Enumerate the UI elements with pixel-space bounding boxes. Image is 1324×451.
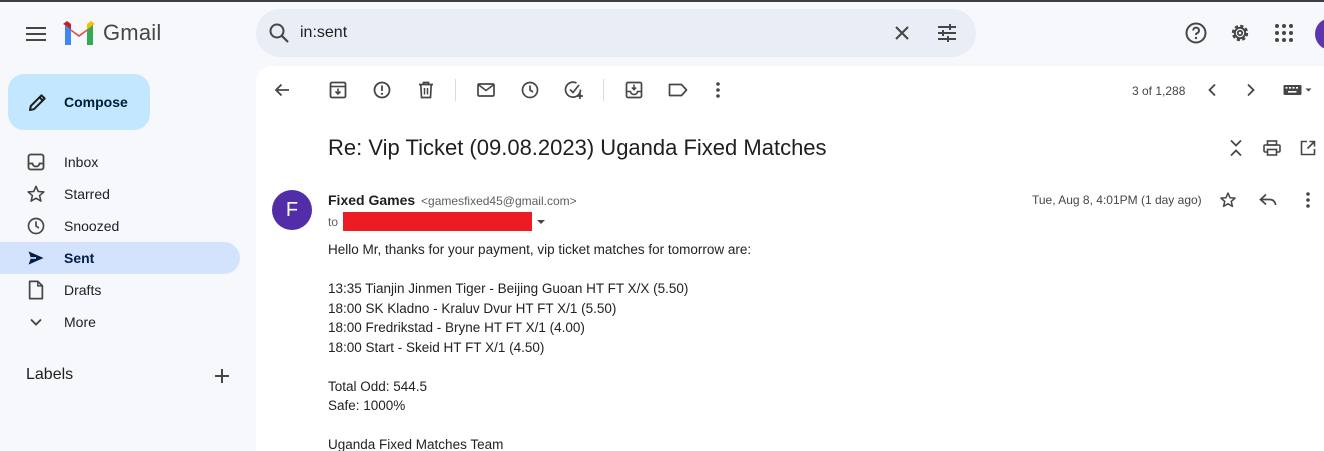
add-task-icon[interactable]	[564, 80, 584, 100]
sidebar-item-more[interactable]: More	[0, 306, 240, 338]
apps-grid-icon[interactable]	[1272, 21, 1296, 45]
message-more-options-icon[interactable]	[1298, 190, 1318, 210]
sidebar-item-label: Starred	[64, 186, 110, 202]
send-icon	[26, 248, 46, 268]
search-options-icon[interactable]	[935, 21, 959, 45]
compose-button[interactable]: Compose	[8, 74, 150, 130]
print-icon[interactable]	[1262, 138, 1282, 158]
chevron-right-icon[interactable]	[1241, 80, 1261, 100]
sender-line: Fixed Games <gamesfixed45@gmail.com>	[328, 192, 577, 208]
clock-icon	[26, 216, 46, 236]
pagination-count: 3 of 1,288	[1132, 84, 1186, 98]
message-view: 3 of 1,288 Re: Vip Ticket (09.08.2023) U…	[256, 66, 1324, 451]
search-bar[interactable]: in:sent	[256, 9, 976, 57]
inbox-icon	[26, 152, 46, 172]
recipient-details-dropdown-icon[interactable]	[534, 217, 548, 227]
more-options-vertical-icon[interactable]	[708, 80, 728, 100]
draft-file-icon	[26, 280, 46, 300]
to-label: to	[328, 214, 339, 229]
collapse-all-icon[interactable]	[1226, 138, 1246, 158]
settings-gear-icon[interactable]	[1228, 21, 1252, 45]
safe-rate: Safe: 1000%	[328, 398, 406, 413]
sidebar-item-label: Sent	[64, 250, 95, 266]
signature: Uganda Fixed Matches Team	[328, 437, 504, 451]
sidebar-item-label: Snoozed	[64, 218, 120, 234]
gmail-wordmark: Gmail	[103, 20, 162, 45]
move-to-icon[interactable]	[624, 80, 644, 100]
match-line: 18:00 Start - Skeid HT FT X/1 (4.50)	[328, 339, 545, 355]
account-avatar[interactable]	[1315, 18, 1324, 50]
main-menu-button[interactable]	[20, 18, 52, 50]
clear-search-icon[interactable]	[890, 21, 914, 45]
star-message-icon[interactable]	[1218, 190, 1238, 210]
match-line: 18:00 Fredrikstad - Bryne HT FT X/1 (4.0…	[328, 320, 585, 335]
body-greeting: Hello Mr, thanks for your payment, vip t…	[328, 242, 752, 257]
total-odd: Total Odd: 544.5	[328, 378, 428, 394]
email-body: Hello Mr, thanks for your payment, vip t…	[328, 240, 751, 451]
chevron-down-icon	[26, 312, 46, 332]
help-icon[interactable]	[1184, 21, 1208, 45]
redacted-recipient	[343, 212, 533, 231]
recipient-line: to	[328, 212, 548, 231]
add-label-icon[interactable]	[212, 366, 232, 386]
message-date: Tue, Aug 8, 4:01PM (1 day ago)	[1032, 193, 1202, 207]
delete-trash-icon[interactable]	[416, 80, 436, 100]
report-spam-icon[interactable]	[372, 80, 392, 100]
keyboard-input-icon[interactable]	[1280, 80, 1316, 100]
pencil-icon	[29, 94, 46, 111]
star-icon	[26, 184, 46, 204]
match-line: 13:35 Tianjin Jinmen Tiger - Beijing Guo…	[328, 281, 689, 296]
labels-heading: Labels	[26, 366, 74, 383]
chevron-left-icon[interactable]	[1202, 80, 1222, 100]
sidebar-item-sent[interactable]: Sent	[0, 242, 240, 274]
window-top-border	[0, 0, 1324, 2]
sidebar-item-snoozed[interactable]: Snoozed	[0, 210, 240, 242]
sender-avatar[interactable]: F	[272, 190, 312, 230]
search-input[interactable]: in:sent	[300, 24, 347, 42]
archive-icon[interactable]	[328, 80, 348, 100]
sender-email: <gamesfixed45@gmail.com>	[421, 194, 577, 208]
search-icon[interactable]	[267, 21, 291, 45]
label-tag-icon[interactable]	[668, 80, 688, 100]
back-arrow-icon[interactable]	[272, 80, 292, 100]
mark-unread-mail-icon[interactable]	[476, 80, 496, 100]
compose-label: Compose	[64, 94, 128, 110]
match-line: 18:00 SK Kladno - Kraluv Dvur HT FT X/1 …	[328, 300, 617, 316]
open-new-window-icon[interactable]	[1298, 138, 1318, 158]
snooze-clock-icon[interactable]	[520, 80, 540, 100]
sidebar-item-label: Drafts	[64, 282, 102, 298]
reply-icon[interactable]	[1258, 190, 1278, 210]
gmail-logo[interactable]: Gmail	[63, 20, 161, 46]
sidebar-item-label: More	[64, 314, 96, 330]
sidebar-item-drafts[interactable]: Drafts	[0, 274, 240, 306]
sidebar-item-inbox[interactable]: Inbox	[0, 146, 240, 178]
gmail-m-icon	[63, 21, 95, 45]
email-subject: Re: Vip Ticket (09.08.2023) Uganda Fixed…	[328, 135, 827, 160]
sidebar-item-label: Inbox	[64, 154, 99, 170]
hamburger-menu-icon	[26, 27, 46, 41]
toolbar-divider	[455, 79, 456, 101]
sender-name[interactable]: Fixed Games	[328, 192, 415, 208]
sidebar-item-starred[interactable]: Starred	[0, 178, 240, 210]
toolbar-divider	[603, 79, 604, 101]
